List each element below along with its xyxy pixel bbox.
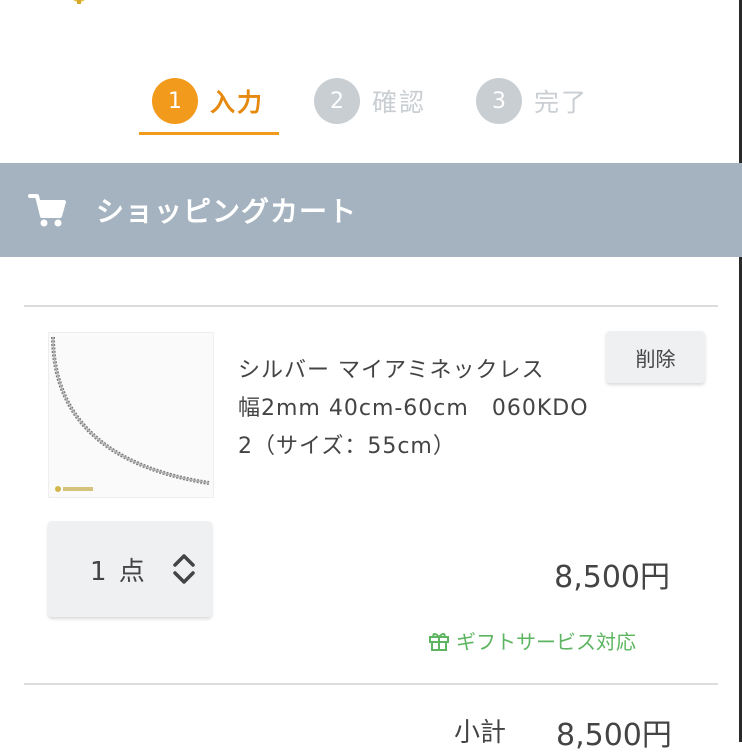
gift-service-label: ギフトサービス対応 [456,630,636,654]
shopping-cart-icon [28,194,66,227]
delete-button[interactable]: 削除 [606,331,705,383]
site-logo[interactable] [62,0,96,8]
product-name-line: 2（サイズ：55cm） [238,434,456,459]
product-name-line: 幅2mm 40cm-60cm 060KDO [238,396,589,421]
checkout-steps: 1 入力 2 確認 3 完了 [0,74,742,136]
step-label: 入力 [210,88,265,117]
item-price: 8,500円 [554,560,670,595]
step-label: 完了 [534,88,589,117]
step-number: 1 [152,78,198,124]
step-confirm: 2 確認 [314,78,426,124]
gift-service-badge: ギフトサービス対応 [428,626,636,655]
divider [24,305,718,307]
gift-icon [429,632,449,651]
cart-header: ショッピングカート [0,163,742,257]
product-image[interactable] [48,332,214,498]
step-number: 3 [476,78,522,124]
chevron-down-icon[interactable] [172,571,196,585]
step-input: 1 入力 [152,78,264,124]
chevron-up-icon[interactable] [172,553,196,567]
cart-title: ショッピングカート [96,195,358,228]
product-name-line: シルバー マイアミネックレス [238,358,545,383]
product-name[interactable]: シルバー マイアミネックレス 幅2mm 40cm-60cm 060KDO 2（サ… [238,352,608,466]
divider [24,683,718,685]
active-step-underline [139,132,279,135]
quantity-selector[interactable]: 1 点 [48,521,212,617]
step-number: 2 [314,78,360,124]
step-complete: 3 完了 [476,78,588,124]
subtotal-value: 8,500円 [556,718,672,753]
step-label: 確認 [372,88,427,117]
quantity-value: 1 点 [90,557,147,587]
subtotal-label: 小計 [454,718,507,748]
